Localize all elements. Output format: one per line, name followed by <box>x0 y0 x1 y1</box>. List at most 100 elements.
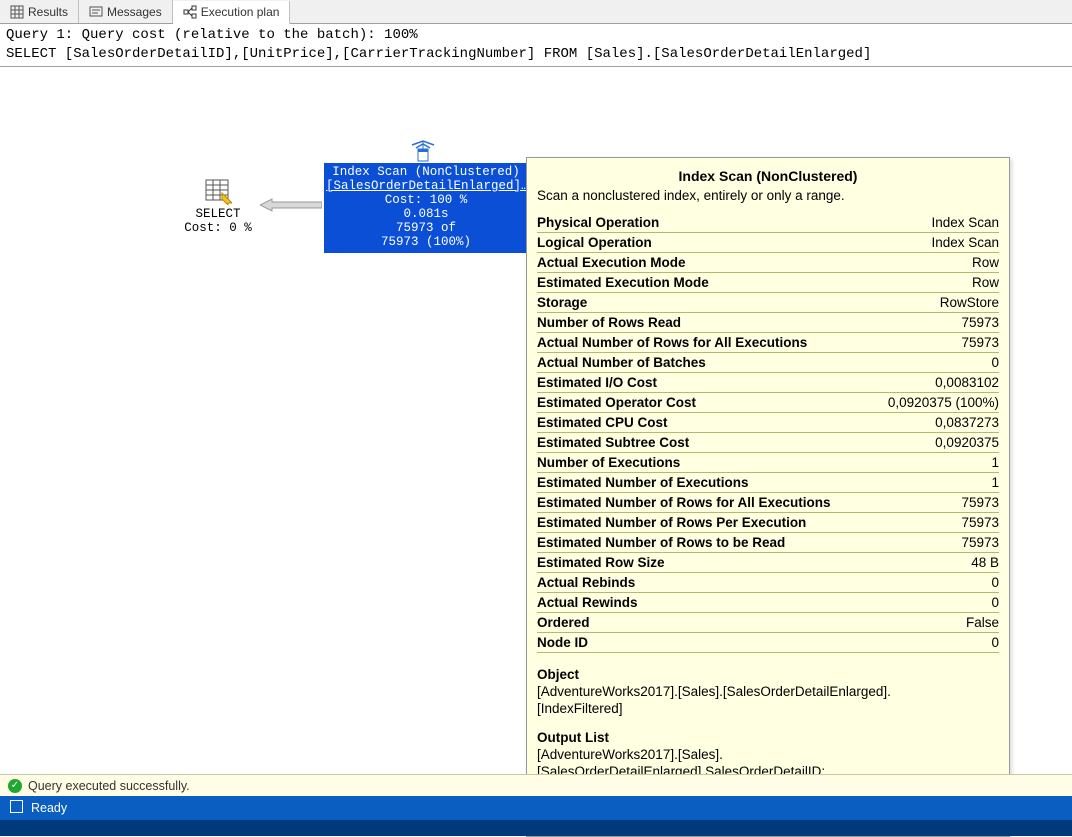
tooltip-row-key: Number of Rows Read <box>537 312 864 332</box>
tooltip-row-value: 0,0837273 <box>864 412 999 432</box>
execution-plan-canvas[interactable]: SELECT Cost: 0 % Index Scan (NonClustere… <box>0 67 1072 767</box>
tooltip-row: OrderedFalse <box>537 612 999 632</box>
tooltip-row-key: Estimated Row Size <box>537 552 864 572</box>
tooltip-row: Estimated Subtree Cost0,0920375 <box>537 432 999 452</box>
tooltip-row-value: Row <box>864 252 999 272</box>
node-cost: Cost: 0 % <box>178 221 258 235</box>
tooltip-properties-table: Physical OperationIndex ScanLogical Oper… <box>537 213 999 653</box>
tooltip-row-value: 1 <box>864 472 999 492</box>
tooltip-row: Number of Executions1 <box>537 452 999 472</box>
index-scan-icon <box>406 139 440 163</box>
tab-strip: Results Messages Execution plan <box>0 0 1072 24</box>
query-header: Query 1: Query cost (relative to the bat… <box>0 24 1072 67</box>
node-label: SELECT <box>178 207 258 221</box>
query-line: Query 1: Query cost (relative to the bat… <box>6 27 418 43</box>
plan-node-select[interactable]: SELECT Cost: 0 % <box>178 177 258 235</box>
tooltip-row-key: Estimated Number of Rows for All Executi… <box>537 492 864 512</box>
tooltip-row: Physical OperationIndex Scan <box>537 213 999 233</box>
tab-label: Execution plan <box>201 5 280 19</box>
scan-line: 75973 (100%) <box>326 235 526 249</box>
tooltip-row-value: Index Scan <box>864 232 999 252</box>
status-bar-app: Ready <box>0 796 1072 820</box>
bottom-bar <box>0 820 1072 836</box>
tooltip-row: Actual Number of Batches0 <box>537 352 999 372</box>
tooltip-row: Estimated I/O Cost0,0083102 <box>537 372 999 392</box>
tooltip-row-value: 0 <box>864 632 999 652</box>
tooltip-row: Number of Rows Read75973 <box>537 312 999 332</box>
tooltip-row-value: 75973 <box>864 312 999 332</box>
tooltip-row-value: 75973 <box>864 532 999 552</box>
tooltip-row-key: Estimated Subtree Cost <box>537 432 864 452</box>
messages-icon <box>89 5 103 19</box>
tooltip-row-value: 1 <box>864 452 999 472</box>
tooltip-row-value: 75973 <box>864 512 999 532</box>
tooltip-row-value: Index Scan <box>864 213 999 233</box>
tooltip-row-key: Estimated Number of Rows to be Read <box>537 532 864 552</box>
tooltip-row: Actual Execution ModeRow <box>537 252 999 272</box>
tab-label: Results <box>28 5 68 19</box>
tooltip-object-value: [AdventureWorks2017].[Sales].[SalesOrder… <box>537 684 999 716</box>
tooltip-row: Actual Rewinds0 <box>537 592 999 612</box>
tooltip-row-value: RowStore <box>864 292 999 312</box>
tooltip-subtitle: Scan a nonclustered index, entirely or o… <box>537 188 999 203</box>
tooltip-output-line: [AdventureWorks2017].[Sales]. <box>537 747 999 762</box>
tooltip-row: Estimated Row Size48 B <box>537 552 999 572</box>
tooltip-row-key: Actual Execution Mode <box>537 252 864 272</box>
checkbox-icon <box>10 800 23 816</box>
scan-line: Cost: 100 % <box>326 193 526 207</box>
tooltip-title: Index Scan (NonClustered) <box>537 168 999 184</box>
tooltip-row-key: Estimated Number of Rows Per Execution <box>537 512 864 532</box>
tooltip-row-key: Logical Operation <box>537 232 864 252</box>
scan-line: [SalesOrderDetailEnlarged]… <box>326 179 526 193</box>
status-ready: Ready <box>31 801 67 815</box>
tooltip-row-key: Estimated I/O Cost <box>537 372 864 392</box>
tooltip-row: Logical OperationIndex Scan <box>537 232 999 252</box>
tooltip-row-key: Estimated Operator Cost <box>537 392 864 412</box>
tooltip-row-key: Estimated Number of Executions <box>537 472 864 492</box>
tooltip-row-value: 48 B <box>864 552 999 572</box>
tooltip-row-key: Node ID <box>537 632 864 652</box>
tooltip-output-label: Output List <box>537 730 999 745</box>
grid-icon <box>10 5 24 19</box>
tooltip-row-value: 0,0920375 <box>864 432 999 452</box>
tooltip-row-key: Actual Rewinds <box>537 592 864 612</box>
tooltip-row-key: Physical Operation <box>537 213 864 233</box>
scan-line: 75973 of <box>326 221 526 235</box>
tab-execution-plan[interactable]: Execution plan <box>173 1 291 24</box>
tooltip-row-key: Actual Number of Rows for All Executions <box>537 332 864 352</box>
plan-node-index-scan[interactable]: Index Scan (NonClustered) [SalesOrderDet… <box>324 163 528 253</box>
tooltip-row: Estimated Operator Cost0,0920375 (100%) <box>537 392 999 412</box>
tooltip-row-value: 75973 <box>864 492 999 512</box>
tooltip-row: Actual Rebinds0 <box>537 572 999 592</box>
tab-results[interactable]: Results <box>0 0 79 23</box>
tooltip-row-key: Actual Rebinds <box>537 572 864 592</box>
tooltip-row-value: Row <box>864 272 999 292</box>
tooltip-row-value: 0 <box>864 592 999 612</box>
query-line: SELECT [SalesOrderDetailID],[UnitPrice],… <box>6 46 871 62</box>
tooltip-row-key: Actual Number of Batches <box>537 352 864 372</box>
tooltip-row-key: Ordered <box>537 612 864 632</box>
tooltip-row: Estimated Execution ModeRow <box>537 272 999 292</box>
tooltip-row-key: Number of Executions <box>537 452 864 472</box>
tooltip-row: Estimated CPU Cost0,0837273 <box>537 412 999 432</box>
scan-line: 0.081s <box>326 207 526 221</box>
tooltip-row-value: 75973 <box>864 332 999 352</box>
tooltip-row: Estimated Number of Rows Per Execution75… <box>537 512 999 532</box>
tab-messages[interactable]: Messages <box>79 0 173 23</box>
select-node-icon <box>178 177 258 205</box>
tooltip-row-key: Estimated Execution Mode <box>537 272 864 292</box>
operator-tooltip: Index Scan (NonClustered) Scan a nonclus… <box>526 157 1010 837</box>
tooltip-row-value: 0,0920375 (100%) <box>864 392 999 412</box>
tooltip-object-line: [IndexFiltered] <box>537 701 999 716</box>
tooltip-row-value: False <box>864 612 999 632</box>
tooltip-row: StorageRowStore <box>537 292 999 312</box>
tooltip-row-key: Storage <box>537 292 864 312</box>
tooltip-row: Estimated Number of Rows for All Executi… <box>537 492 999 512</box>
tooltip-row-key: Estimated CPU Cost <box>537 412 864 432</box>
status-text: Query executed successfully. <box>28 779 190 793</box>
status-bar-query: ✓ Query executed successfully. <box>0 774 1072 796</box>
plan-arrow <box>260 197 322 213</box>
tooltip-row: Estimated Number of Executions1 <box>537 472 999 492</box>
tooltip-object-label: Object <box>537 667 999 682</box>
tooltip-row: Estimated Number of Rows to be Read75973 <box>537 532 999 552</box>
